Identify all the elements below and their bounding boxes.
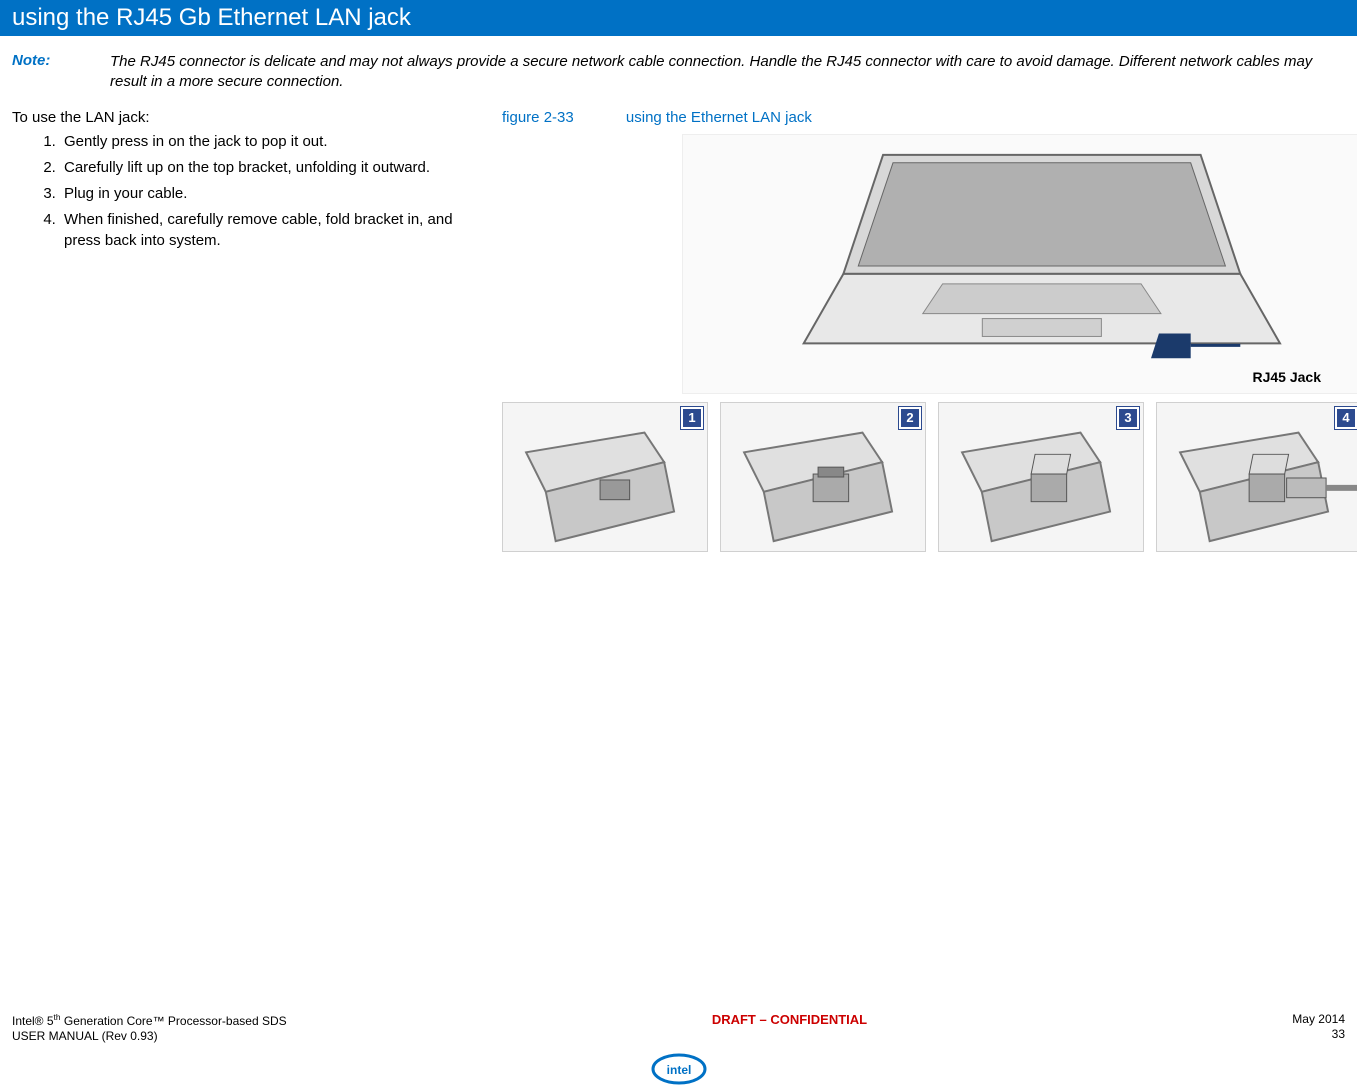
footer-left-sup: th bbox=[54, 1012, 61, 1022]
laptop-icon bbox=[683, 135, 1357, 393]
rj45-callout-label: RJ45 Jack bbox=[1252, 369, 1321, 385]
note-label: Note: bbox=[12, 52, 110, 93]
list-item: Carefully lift up on the top bracket, un… bbox=[60, 158, 482, 178]
footer-product-line: Intel® 5th Generation Core™ Processor-ba… bbox=[12, 1012, 287, 1030]
footer-left-suffix: Generation Core™ Processor-based SDS bbox=[61, 1014, 287, 1028]
footer-page-number: 33 bbox=[1292, 1027, 1345, 1043]
two-column-layout: To use the LAN jack: Gently press in on … bbox=[12, 109, 1345, 552]
instructions-intro: To use the LAN jack: bbox=[12, 109, 482, 126]
page-title: using the RJ45 Gb Ethernet LAN jack bbox=[12, 4, 411, 31]
page-content: Note: The RJ45 connector is delicate and… bbox=[0, 36, 1357, 552]
jack-open-icon bbox=[939, 403, 1143, 551]
list-item: Plug in your cable. bbox=[60, 184, 482, 204]
svg-text:intel: intel bbox=[666, 1063, 691, 1077]
step-image-2: 2 bbox=[720, 402, 926, 552]
jack-closed-icon bbox=[503, 403, 707, 551]
step-image-1: 1 bbox=[502, 402, 708, 552]
footer-center: DRAFT – CONFIDENTIAL bbox=[287, 1012, 1293, 1045]
step-image-3: 3 bbox=[938, 402, 1144, 552]
instruction-list: Gently press in on the jack to pop it ou… bbox=[12, 132, 482, 251]
figure-heading: figure 2-33 using the Ethernet LAN jack bbox=[502, 109, 1357, 126]
step-badge: 2 bbox=[899, 407, 921, 429]
step-badge: 3 bbox=[1117, 407, 1139, 429]
note-text: The RJ45 connector is delicate and may n… bbox=[110, 52, 1345, 93]
footer-left: Intel® 5th Generation Core™ Processor-ba… bbox=[12, 1012, 287, 1045]
page-footer: Intel® 5th Generation Core™ Processor-ba… bbox=[0, 1012, 1357, 1090]
list-item: When finished, carefully remove cable, f… bbox=[60, 210, 482, 251]
step-badge: 1 bbox=[681, 407, 703, 429]
figure-number: figure 2-33 bbox=[502, 109, 574, 126]
figure-column: figure 2-33 using the Ethernet LAN jack … bbox=[502, 109, 1357, 552]
footer-left-prefix: Intel® 5 bbox=[12, 1014, 54, 1028]
instructions-column: To use the LAN jack: Gently press in on … bbox=[12, 109, 482, 552]
figure-caption: using the Ethernet LAN jack bbox=[626, 109, 812, 126]
jack-cable-icon bbox=[1157, 403, 1357, 551]
footer-manual-line: USER MANUAL (Rev 0.93) bbox=[12, 1029, 287, 1045]
footer-row: Intel® 5th Generation Core™ Processor-ba… bbox=[12, 1012, 1345, 1045]
laptop-illustration: RJ45 Jack bbox=[682, 134, 1357, 394]
page-title-bar: using the RJ45 Gb Ethernet LAN jack bbox=[0, 0, 1357, 36]
jack-popped-icon bbox=[721, 403, 925, 551]
note-block: Note: The RJ45 connector is delicate and… bbox=[12, 52, 1345, 93]
step-image-4: 4 bbox=[1156, 402, 1357, 552]
step-images-row: 1 2 bbox=[502, 402, 1357, 552]
list-item: Gently press in on the jack to pop it ou… bbox=[60, 132, 482, 152]
figure-area: RJ45 Jack 1 bbox=[502, 134, 1357, 552]
intel-logo: intel bbox=[12, 1051, 1345, 1090]
footer-right: May 2014 33 bbox=[1292, 1012, 1345, 1045]
footer-date: May 2014 bbox=[1292, 1012, 1345, 1028]
intel-logo-icon: intel bbox=[651, 1051, 707, 1087]
step-badge: 4 bbox=[1335, 407, 1357, 429]
